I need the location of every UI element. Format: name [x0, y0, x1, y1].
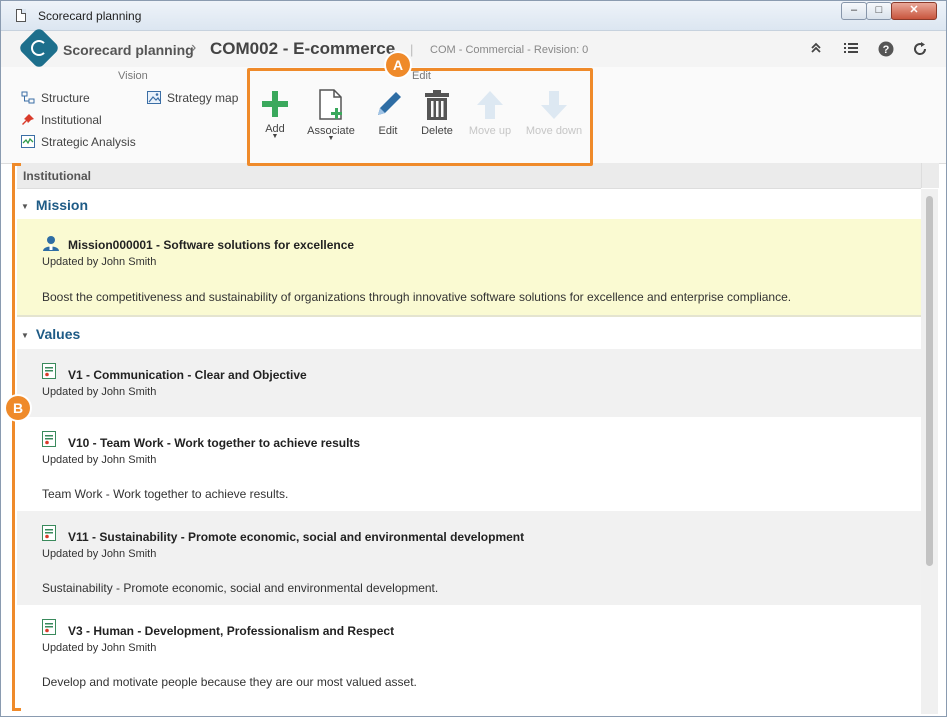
value-card[interactable]: V10 - Team Work - Work together to achie…: [17, 417, 921, 511]
scrollbar-thumb[interactable]: [926, 196, 933, 566]
minimize-button[interactable]: ‒: [841, 2, 867, 20]
maximize-button[interactable]: □: [866, 2, 892, 20]
app-window: Scorecard planning ‒ □ ✕ Scorecard plann…: [0, 0, 947, 717]
vision-item-strategy-map[interactable]: Strategy map: [147, 91, 238, 105]
page-subtitle: COM - Commercial - Revision: 0: [430, 44, 589, 56]
card-updated-by: Updated by John Smith: [42, 256, 157, 268]
section-header: Institutional: [17, 163, 921, 189]
card-title: Mission000001 - Software solutions for e…: [68, 238, 355, 252]
card-updated-by: Updated by John Smith: [42, 548, 157, 560]
callout-b-bracket: [12, 163, 21, 711]
page-title: COM002 - E-commerce: [210, 39, 396, 58]
value-card[interactable]: V3 - Human - Development, Professionalis…: [17, 605, 921, 714]
callout-badge-a: A: [386, 53, 410, 77]
close-button[interactable]: ✕: [891, 2, 937, 20]
structure-icon: [21, 91, 35, 104]
gauge-icon: [31, 40, 47, 56]
card-title: V10 - Team Work - Work together to achie…: [68, 436, 361, 450]
mission-card[interactable]: Mission000001 - Software solutions for e…: [17, 219, 921, 317]
group-title: Values: [35, 326, 81, 342]
vision-item-label: Institutional: [41, 113, 102, 127]
value-document-icon: [42, 431, 56, 450]
callout-badge-b: B: [6, 396, 30, 420]
value-card[interactable]: V1 - Communication - Clear and Objective…: [17, 349, 921, 417]
help-icon[interactable]: ?: [878, 41, 894, 60]
list-icon[interactable]: [843, 41, 859, 58]
collapse-triangle-icon: ▼: [21, 202, 29, 211]
title-bar: Scorecard planning ‒ □ ✕: [1, 1, 946, 31]
section-header-corner: [921, 163, 939, 188]
vision-item-structure[interactable]: Structure: [21, 91, 90, 105]
vision-item-label: Structure: [41, 91, 90, 105]
value-document-icon: [42, 363, 56, 382]
group-mission-toggle[interactable]: ▼ Mission: [21, 197, 88, 213]
group-values-toggle[interactable]: ▼ Values: [21, 326, 80, 342]
value-document-icon: [42, 619, 56, 638]
card-title: V1 - Communication - Clear and Objective: [68, 368, 307, 382]
person-icon: [42, 235, 60, 254]
value-document-icon: [42, 525, 56, 544]
card-updated-by: Updated by John Smith: [42, 454, 157, 466]
chart-icon: [21, 135, 35, 148]
card-updated-by: Updated by John Smith: [42, 642, 157, 654]
card-description: Sustainability - Promote economic, socia…: [42, 581, 439, 595]
vision-item-label: Strategic Analysis: [41, 135, 136, 149]
collapse-icon[interactable]: [809, 41, 823, 58]
card-updated-by: Updated by John Smith: [42, 386, 157, 398]
ribbon-group-vision-label: Vision: [118, 70, 148, 82]
callout-a-highlight: [247, 68, 593, 166]
pin-icon: [21, 113, 35, 126]
vision-item-institutional[interactable]: Institutional: [21, 113, 102, 127]
page-header: Scorecard planning › COM002 - E-commerce…: [1, 26, 946, 70]
breadcrumb-separator: ›: [191, 39, 197, 56]
card-description: Boost the competitiveness and sustainabi…: [42, 290, 792, 304]
group-title: Mission: [35, 197, 89, 213]
breadcrumb-app[interactable]: Scorecard planning: [63, 42, 194, 58]
image-icon: [147, 91, 161, 104]
svg-text:?: ?: [883, 44, 890, 56]
card-description: Team Work - Work together to achieve res…: [42, 487, 289, 501]
vision-item-label: Strategy map: [167, 91, 239, 105]
document-icon: [16, 9, 26, 22]
card-title: V3 - Human - Development, Professionalis…: [68, 624, 395, 638]
refresh-icon[interactable]: [912, 41, 928, 60]
header-divider: |: [410, 42, 414, 57]
vision-item-strategic-analysis[interactable]: Strategic Analysis: [21, 135, 136, 149]
card-title: V11 - Sustainability - Promote economic,…: [68, 530, 525, 544]
institutional-list: ▼ Mission Mission000001 - Software soluti…: [17, 189, 921, 714]
window-title: Scorecard planning: [38, 9, 142, 23]
value-card[interactable]: V11 - Sustainability - Promote economic,…: [17, 511, 921, 605]
collapse-triangle-icon: ▼: [21, 331, 29, 340]
section-title: Institutional: [23, 169, 91, 183]
card-description: Develop and motivate people because they…: [42, 675, 417, 689]
